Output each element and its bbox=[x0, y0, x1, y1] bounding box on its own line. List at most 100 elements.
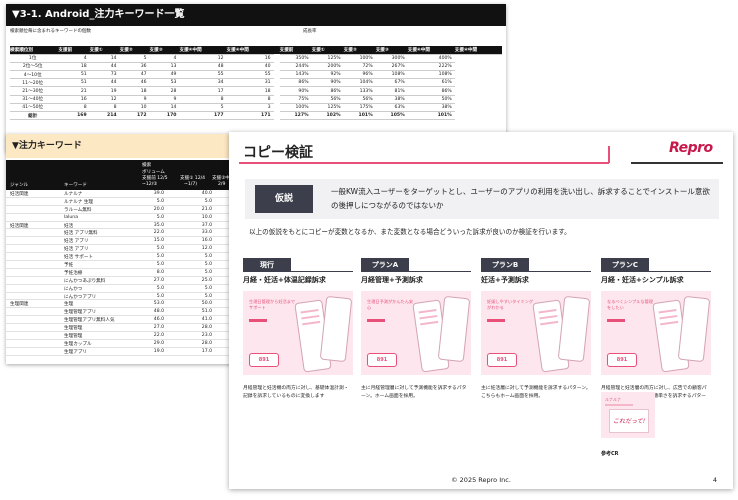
table-cell: 171 bbox=[226, 111, 274, 121]
keyword-v1: 5.0 bbox=[156, 285, 164, 291]
keyword-v2: 12.0 bbox=[201, 246, 212, 252]
keyword-keyword: 生理管理アプリ bbox=[64, 310, 97, 316]
keyword-keyword: にんかつアプリ bbox=[64, 294, 97, 300]
table-cell: 101% bbox=[407, 111, 455, 121]
table-cell: 222% bbox=[407, 62, 455, 72]
keyword-v2: 16.0 bbox=[201, 238, 212, 244]
table-cell: 125% bbox=[311, 54, 344, 63]
table-cell: 86% bbox=[311, 86, 344, 96]
table-cell: 86% bbox=[407, 86, 455, 96]
plan-badge: プランA bbox=[361, 258, 409, 272]
table-cell: 4〜10位 bbox=[10, 70, 59, 80]
col-range-a: ~12/② bbox=[142, 182, 158, 187]
reference-creative-image: ルナルナ これだって! bbox=[601, 392, 655, 438]
keyword-v1: 22.0 bbox=[153, 333, 164, 339]
table-cell: 支援③ bbox=[149, 46, 180, 55]
keyword-genre: 妊活関連 bbox=[10, 192, 29, 197]
keyword-v1: 22.0 bbox=[153, 230, 164, 236]
table-cell: 支援④中間 bbox=[226, 46, 274, 55]
table-row: 21〜30位 21 19 18 28 17 18 90% 86% 133% 81% 86% bbox=[10, 86, 502, 96]
plan-badge: 現行 bbox=[243, 258, 291, 272]
table-cell: 支援② bbox=[119, 46, 150, 55]
keyword-v2: 5.0 bbox=[204, 198, 212, 204]
plan-badge: プランB bbox=[481, 258, 529, 272]
table-cell: 90% bbox=[279, 86, 312, 96]
keyword-v1: 5.0 bbox=[156, 198, 164, 204]
table-cell: 50% bbox=[407, 95, 455, 104]
keyword-v2: 23.0 bbox=[201, 333, 212, 339]
table-cell: 214 bbox=[89, 111, 120, 121]
keyword-v2: 33.0 bbox=[201, 230, 212, 236]
title-underline-tick bbox=[608, 146, 610, 163]
table-cell: 75% bbox=[279, 95, 312, 104]
table-cell: 44 bbox=[89, 62, 120, 72]
keyword-v1: 27.0 bbox=[153, 277, 164, 283]
table-cell: 40 bbox=[226, 62, 274, 72]
plan-name: 月経・妊活+シンプル訴求 bbox=[601, 276, 684, 284]
keyword-v1: 19.0 bbox=[153, 348, 164, 354]
keyword-row: 生理関連 生理 53.0 50.0 bbox=[6, 300, 238, 309]
reference-script: これだって! bbox=[613, 418, 646, 425]
keyword-v2: 5.0 bbox=[204, 262, 212, 268]
table-cell: 36 bbox=[119, 62, 150, 72]
creative-price-badge: 891 bbox=[607, 353, 637, 367]
plan-column: プランB 妊活+予測訴求 妊娠しやすいタイミングがわかる 891 主に妊活層に対して予測… bbox=[481, 258, 591, 400]
keyword-row: 生理管理 27.0 28.0 bbox=[6, 324, 238, 333]
table-cell: 38% bbox=[407, 103, 455, 113]
table-cell: 177 bbox=[179, 111, 227, 121]
focus-keyword-sheet: ▼注力キーワード 検索 ボリューム 支援前 12/5 支援① 12/4 支援②中… bbox=[6, 134, 238, 364]
keyword-keyword: 予妊治療 bbox=[64, 270, 83, 276]
mockup-line bbox=[660, 320, 679, 325]
table-cell: 検索順位別 bbox=[10, 46, 59, 55]
table-cell: 41〜50位 bbox=[10, 103, 59, 113]
sheet1-right-caption: 成長率 bbox=[303, 29, 317, 34]
keyword-keyword: ルナルナ bbox=[64, 192, 83, 197]
table-cell: 12 bbox=[89, 95, 120, 104]
table-cell: 17 bbox=[179, 86, 227, 96]
creative-logo bbox=[249, 319, 267, 322]
keyword-v2: 28.0 bbox=[201, 340, 212, 346]
keyword-keyword: 妊活 アプリ bbox=[64, 239, 89, 245]
table-cell: 31〜40位 bbox=[10, 95, 59, 104]
table-cell: 支援④中間 bbox=[407, 46, 455, 55]
table-cell: 96% bbox=[343, 70, 376, 80]
creative-price-badge: 891 bbox=[487, 353, 517, 367]
table-cell: 56% bbox=[311, 95, 344, 104]
keyword-summary-sheet: ▼3-1. Android_注力キーワード一覧 検索順位毎に含まれるキーワードの… bbox=[6, 4, 506, 152]
table-cell: 支援前 bbox=[279, 46, 312, 55]
mockup-line bbox=[539, 314, 558, 319]
table-cell: 55 bbox=[179, 70, 227, 80]
keyword-v2: 28.0 bbox=[201, 325, 212, 331]
table-cell: 143% bbox=[279, 70, 312, 80]
mockup-line bbox=[420, 320, 439, 325]
phone-mockup bbox=[319, 295, 353, 363]
table-cell: 46 bbox=[119, 78, 150, 88]
keyword-v1: 46.0 bbox=[153, 317, 164, 323]
sheet1-title: ▼3-1. Android_注力キーワード一覧 bbox=[6, 4, 506, 26]
hypothesis-box: 仮説 一般KW流入ユーザーをターゲットとし、ユーザーのアプリの利用を洗い出し、訴… bbox=[245, 179, 719, 219]
creative-price-badge: 891 bbox=[249, 353, 279, 367]
keyword-keyword: ラルーム無料 bbox=[64, 207, 92, 213]
keyword-row: 生理管理 22.0 23.0 bbox=[6, 332, 238, 340]
plan-description: 主に月経管理層に対して予測機能を訴求するパターン。ホーム画面を採用。 bbox=[361, 386, 467, 399]
keyword-v2: 17.0 bbox=[201, 348, 212, 354]
table-cell: 200% bbox=[311, 62, 344, 72]
plan-description: 月経管理と妊活機の両方に対し、基礎体温計測・記録を訴求しているものに変換します bbox=[243, 386, 349, 399]
plan-name: 月経・妊活+体温記録訴求 bbox=[243, 276, 326, 284]
table-row: 4〜10位 51 73 47 49 55 55 143% 92% 96% 108% 108% bbox=[10, 70, 502, 80]
mockup-line bbox=[300, 309, 319, 313]
keyword-v1: 48.0 bbox=[153, 309, 164, 315]
keyword-v2: 21.0 bbox=[201, 206, 212, 212]
table-cell: 67% bbox=[375, 78, 408, 88]
table-cell: 133% bbox=[343, 86, 376, 96]
keyword-row: にんかつアプリ 5.0 5.0 bbox=[6, 293, 238, 301]
col-genre: ジャンル bbox=[10, 183, 29, 188]
table-cell: 51 bbox=[58, 78, 90, 88]
table-cell: 9 bbox=[119, 95, 150, 104]
table-cell: 100% bbox=[279, 103, 312, 113]
title-underline bbox=[239, 162, 609, 164]
table-cell: 350% bbox=[279, 54, 312, 63]
table-cell: 38% bbox=[375, 95, 408, 104]
keyword-genre: 妊活関連 bbox=[10, 223, 29, 229]
reference-brand: ルナルナ bbox=[605, 397, 621, 402]
